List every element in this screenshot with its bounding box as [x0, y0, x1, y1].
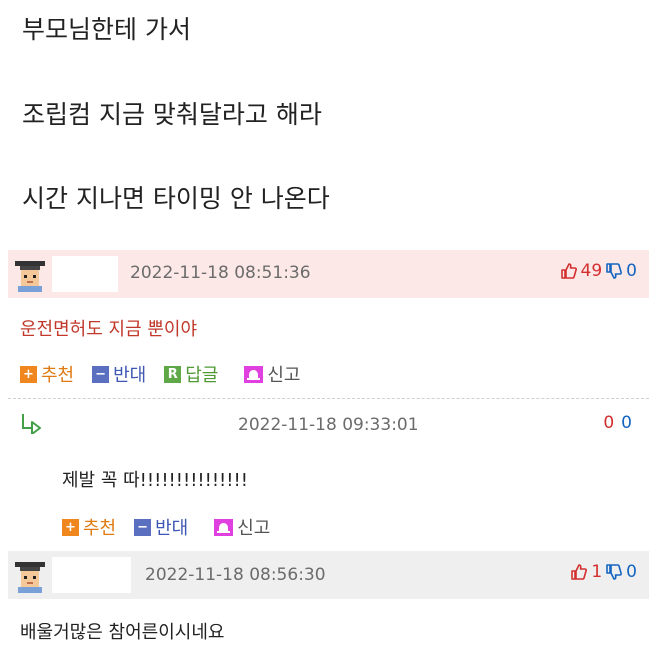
oppose-label: 반대 — [155, 518, 189, 539]
author-name-placeholder — [52, 256, 118, 292]
reply-actions: + 추천 − 반대 신고 — [62, 514, 288, 540]
reply-text: 제발 꼭 따!!!!!!!!!!!!!!! — [62, 470, 248, 491]
post-line-3: 시간 지나면 타이밍 안 나온다 — [22, 184, 330, 213]
reply-report-button[interactable]: 신고 — [214, 514, 270, 540]
recommend-label: 추천 — [83, 518, 117, 539]
report-button[interactable]: 신고 — [244, 361, 301, 387]
comment-text: 배울거많은 참어른이시네요 — [20, 622, 225, 643]
post-line-2: 조립컴 지금 맞춰달라고 해라 — [22, 100, 322, 129]
divider — [8, 398, 649, 399]
recommend-label: 추천 — [41, 365, 75, 386]
recommend-button[interactable]: + 추천 — [20, 361, 74, 387]
thumbs-up-icon[interactable] — [570, 563, 588, 581]
reply-recommend-button[interactable]: + 추천 — [62, 514, 116, 540]
report-label: 신고 — [267, 365, 301, 386]
thumbs-up-icon[interactable] — [560, 262, 578, 280]
comment-actions: + 추천 − 반대 R 답글 신고 — [20, 361, 319, 387]
comment-header: 2022-11-18 08:51:36 49 0 — [8, 250, 649, 298]
siren-icon — [214, 518, 234, 536]
upvote-count: 49 — [580, 261, 603, 281]
reply-label: 답글 — [185, 365, 219, 386]
reply-oppose-button[interactable]: − 반대 — [134, 514, 188, 540]
minus-icon: − — [92, 365, 110, 383]
reply-timestamp: 2022-11-18 09:33:01 — [238, 415, 419, 435]
downvote-count: 0 — [626, 562, 637, 582]
thumbs-down-icon[interactable] — [605, 563, 623, 581]
report-label: 신고 — [237, 518, 271, 539]
reply-upvote-count: 0 — [603, 413, 615, 433]
reply-r-icon: R — [164, 365, 182, 383]
thumbs-down-icon[interactable] — [605, 262, 623, 280]
vote-counts: 1 0 — [570, 562, 637, 582]
avatar[interactable] — [12, 256, 48, 292]
reply-button[interactable]: R 답글 — [164, 361, 218, 387]
upvote-count: 1 — [591, 562, 603, 582]
plus-icon: + — [62, 518, 79, 536]
avatar[interactable] — [12, 557, 48, 593]
plus-icon: + — [20, 365, 37, 383]
author-name-placeholder — [52, 557, 131, 593]
comment-text: 운전면허도 지금 뿐이야 — [20, 319, 198, 340]
reply-vote-counts: 0 0 — [603, 413, 632, 433]
oppose-label: 반대 — [113, 365, 147, 386]
minus-icon: − — [134, 518, 152, 536]
reply-arrow-icon — [22, 414, 41, 434]
comment-header: 2022-11-18 08:56:30 1 0 — [8, 551, 649, 599]
post-line-1: 부모님한테 가서 — [22, 15, 191, 44]
siren-icon — [244, 365, 264, 383]
downvote-count: 0 — [626, 261, 637, 281]
comment-timestamp: 2022-11-18 08:56:30 — [145, 565, 326, 585]
reply-downvote-count: 0 — [621, 413, 632, 433]
oppose-button[interactable]: − 반대 — [92, 361, 146, 387]
comment-timestamp: 2022-11-18 08:51:36 — [130, 263, 311, 283]
vote-counts: 49 0 — [560, 261, 637, 281]
